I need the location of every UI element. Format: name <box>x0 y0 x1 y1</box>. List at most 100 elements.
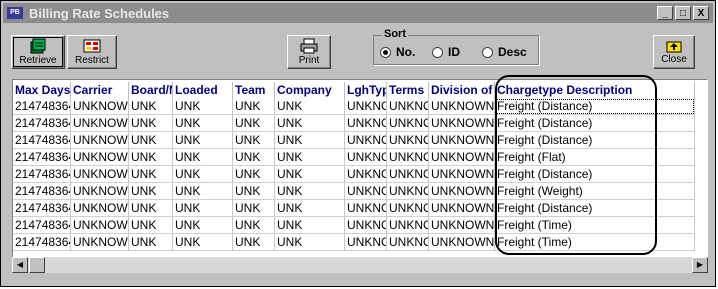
cell-company[interactable]: UNK <box>275 200 345 217</box>
cell-lghtyp[interactable]: UNKNOWN <box>345 149 387 166</box>
minimize-button[interactable]: _ <box>657 6 673 20</box>
retrieve-button[interactable]: Retrieve <box>11 35 65 69</box>
cell-max-days[interactable]: 2147483647 <box>13 217 71 234</box>
cell-board[interactable]: UNK <box>129 98 173 115</box>
cell-lghtyp[interactable]: UNKNOWN <box>345 217 387 234</box>
cell-division[interactable]: UNKNOWN <box>429 200 495 217</box>
cell-board[interactable]: UNK <box>129 234 173 251</box>
cell-lghtyp[interactable]: UNKNOWN <box>345 200 387 217</box>
cell-division[interactable]: UNKNOWN <box>429 98 495 115</box>
cell-division[interactable]: UNKNOWN <box>429 132 495 149</box>
horizontal-scrollbar[interactable]: ◀ ▶ <box>12 257 708 273</box>
title-bar[interactable]: PB Billing Rate Schedules _ □ X <box>3 3 713 23</box>
table-row[interactable]: 2147483647UNKNOWNUNKUNKUNKUNKUNKNOWNUNKN… <box>13 132 695 149</box>
cell-max-days[interactable]: 2147483647 <box>13 98 71 115</box>
cell-terms[interactable]: UNKNOWN <box>387 234 429 251</box>
cell-board[interactable]: UNK <box>129 149 173 166</box>
cell-chargetype-description[interactable]: Freight (Time) <box>495 217 695 234</box>
cell-carrier[interactable]: UNKNOWN <box>71 115 129 132</box>
cell-division[interactable]: UNKNOWN <box>429 166 495 183</box>
rate-schedule-grid[interactable]: Max DaysCarrierBoard/MLoadedTeamCompanyL… <box>12 79 708 273</box>
cell-company[interactable]: UNK <box>275 234 345 251</box>
restrict-button[interactable]: Restrict <box>67 35 117 69</box>
cell-lghtyp[interactable]: UNKNOWN <box>345 115 387 132</box>
cell-team[interactable]: UNK <box>233 149 275 166</box>
column-header-team[interactable]: Team <box>233 82 275 98</box>
cell-team[interactable]: UNK <box>233 115 275 132</box>
column-header-company[interactable]: Company <box>275 82 345 98</box>
cell-lghtyp[interactable]: UNKNOWN <box>345 98 387 115</box>
scroll-thumb[interactable] <box>29 257 45 273</box>
cell-terms[interactable]: UNKNOWN <box>387 183 429 200</box>
cell-chargetype-description[interactable]: Freight (Time) <box>495 234 695 251</box>
cell-loaded[interactable]: UNK <box>173 166 233 183</box>
table-row[interactable]: 2147483647UNKNOWNUNKUNKUNKUNKUNKNOWNUNKN… <box>13 149 695 166</box>
cell-loaded[interactable]: UNK <box>173 149 233 166</box>
cell-company[interactable]: UNK <box>275 115 345 132</box>
cell-max-days[interactable]: 2147483647 <box>13 166 71 183</box>
cell-chargetype-description[interactable]: Freight (Distance) <box>495 166 695 183</box>
maximize-button[interactable]: □ <box>675 6 691 20</box>
cell-company[interactable]: UNK <box>275 149 345 166</box>
cell-team[interactable]: UNK <box>233 98 275 115</box>
cell-lghtyp[interactable]: UNKNOWN <box>345 234 387 251</box>
cell-division[interactable]: UNKNOWN <box>429 149 495 166</box>
cell-chargetype-description[interactable]: Freight (Weight) <box>495 183 695 200</box>
sort-option-no[interactable]: No. <box>380 45 415 59</box>
column-header-board[interactable]: Board/M <box>129 82 173 98</box>
close-button[interactable]: Close <box>653 35 695 69</box>
cell-loaded[interactable]: UNK <box>173 200 233 217</box>
cell-team[interactable]: UNK <box>233 234 275 251</box>
cell-division[interactable]: UNKNOWN <box>429 115 495 132</box>
cell-carrier[interactable]: UNKNOWN <box>71 166 129 183</box>
column-header-loaded[interactable]: Loaded <box>173 82 233 98</box>
cell-division[interactable]: UNKNOWN <box>429 234 495 251</box>
column-header-terms[interactable]: Terms <box>387 82 429 98</box>
table-row[interactable]: 2147483647UNKNOWNUNKUNKUNKUNKUNKNOWNUNKN… <box>13 183 695 200</box>
table-row[interactable]: 2147483647UNKNOWNUNKUNKUNKUNKUNKNOWNUNKN… <box>13 98 695 115</box>
cell-loaded[interactable]: UNK <box>173 234 233 251</box>
cell-chargetype-description[interactable]: Freight (Distance) <box>495 115 695 132</box>
cell-carrier[interactable]: UNKNOWN <box>71 98 129 115</box>
column-header-carrier[interactable]: Carrier <box>71 82 129 98</box>
cell-board[interactable]: UNK <box>129 115 173 132</box>
cell-company[interactable]: UNK <box>275 217 345 234</box>
cell-company[interactable]: UNK <box>275 183 345 200</box>
cell-lghtyp[interactable]: UNKNOWN <box>345 183 387 200</box>
cell-terms[interactable]: UNKNOWN <box>387 132 429 149</box>
cell-terms[interactable]: UNKNOWN <box>387 149 429 166</box>
close-window-button[interactable]: X <box>693 6 709 20</box>
cell-company[interactable]: UNK <box>275 166 345 183</box>
cell-carrier[interactable]: UNKNOWN <box>71 132 129 149</box>
cell-carrier[interactable]: UNKNOWN <box>71 183 129 200</box>
cell-chargetype-description[interactable]: Freight (Distance) <box>495 132 695 149</box>
cell-max-days[interactable]: 2147483647 <box>13 132 71 149</box>
cell-team[interactable]: UNK <box>233 166 275 183</box>
cell-company[interactable]: UNK <box>275 132 345 149</box>
cell-team[interactable]: UNK <box>233 132 275 149</box>
cell-chargetype-description[interactable]: Freight (Distance) <box>495 200 695 217</box>
cell-terms[interactable]: UNKNOWN <box>387 166 429 183</box>
cell-carrier[interactable]: UNKNOWN <box>71 234 129 251</box>
cell-terms[interactable]: UNKNOWN <box>387 217 429 234</box>
scroll-left-icon[interactable]: ◀ <box>12 257 28 273</box>
cell-loaded[interactable]: UNK <box>173 115 233 132</box>
cell-carrier[interactable]: UNKNOWN <box>71 200 129 217</box>
cell-loaded[interactable]: UNK <box>173 98 233 115</box>
cell-team[interactable]: UNK <box>233 200 275 217</box>
column-header-max-days[interactable]: Max Days <box>13 82 71 98</box>
cell-loaded[interactable]: UNK <box>173 132 233 149</box>
cell-division[interactable]: UNKNOWN <box>429 217 495 234</box>
column-header-division[interactable]: Division of <box>429 82 495 98</box>
cell-max-days[interactable]: 2147483647 <box>13 149 71 166</box>
cell-division[interactable]: UNKNOWN <box>429 183 495 200</box>
cell-board[interactable]: UNK <box>129 183 173 200</box>
cell-terms[interactable]: UNKNOWN <box>387 98 429 115</box>
cell-carrier[interactable]: UNKNOWN <box>71 149 129 166</box>
cell-lghtyp[interactable]: UNKNOWN <box>345 132 387 149</box>
table-row[interactable]: 2147483647UNKNOWNUNKUNKUNKUNKUNKNOWNUNKN… <box>13 217 695 234</box>
cell-loaded[interactable]: UNK <box>173 217 233 234</box>
column-header-chargetype-description[interactable]: Chargetype Description <box>495 82 695 98</box>
cell-terms[interactable]: UNKNOWN <box>387 115 429 132</box>
cell-max-days[interactable]: 2147483647 <box>13 200 71 217</box>
